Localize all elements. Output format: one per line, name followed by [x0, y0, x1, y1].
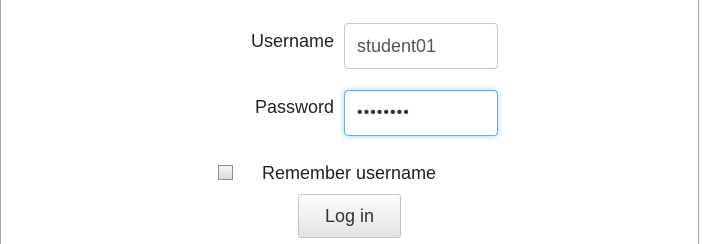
password-field[interactable] — [344, 90, 498, 136]
remember-username-label[interactable]: Remember username — [262, 162, 436, 184]
remember-username-checkbox[interactable] — [218, 165, 233, 180]
password-label: Password — [254, 97, 334, 117]
username-field[interactable] — [344, 23, 498, 69]
login-button[interactable]: Log in — [298, 194, 401, 238]
username-label: Username — [250, 31, 334, 51]
login-panel: Username Password Remember username Log … — [0, 0, 699, 244]
